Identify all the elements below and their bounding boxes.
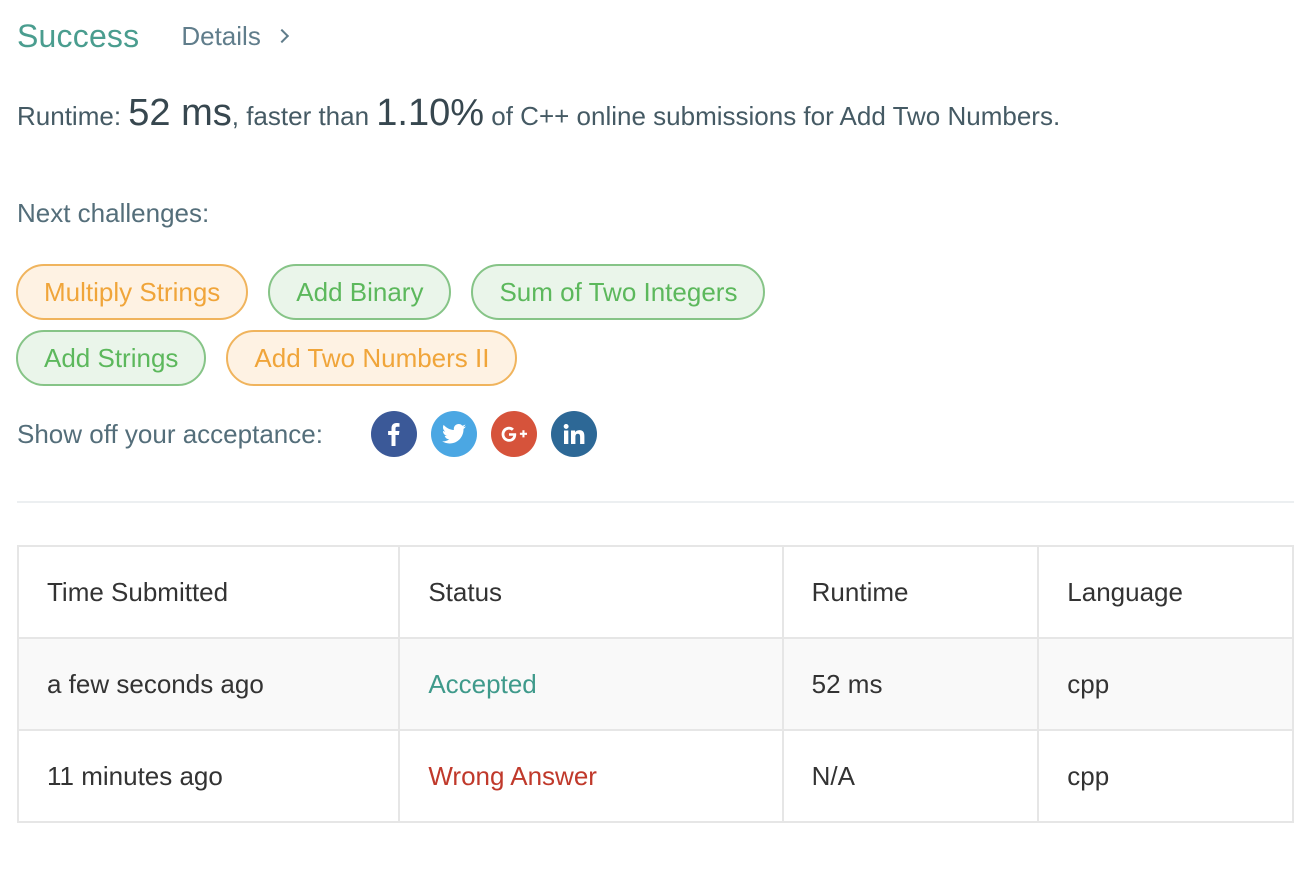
column-header-time-submitted: Time Submitted	[16, 545, 401, 639]
result-status-title: Success	[17, 17, 140, 54]
runtime-suffix: of C++ online submissions for Add Two Nu…	[484, 101, 1061, 131]
column-header-runtime: Runtime	[781, 545, 1040, 639]
google-plus-icon	[501, 426, 527, 442]
table-header-row: Time Submitted Status Runtime Language	[16, 545, 1294, 639]
table-row: a few seconds ago Accepted 52 ms cpp	[16, 637, 1294, 731]
challenge-row: Multiply Strings Add Binary Sum of Two I…	[16, 264, 916, 320]
chevron-right-icon	[274, 28, 289, 44]
cell-status: Wrong Answer	[398, 729, 784, 823]
google-plus-share-button[interactable]	[490, 411, 537, 457]
result-header: Success Details	[17, 14, 289, 58]
linkedin-share-button[interactable]	[550, 411, 597, 457]
status-link-wrong-answer[interactable]: Wrong Answer	[428, 761, 597, 791]
twitter-icon	[441, 424, 466, 444]
cell-time-submitted: a few seconds ago	[16, 637, 401, 731]
table-row: 11 minutes ago Wrong Answer N/A cpp	[16, 729, 1294, 823]
column-header-status: Status	[398, 545, 784, 639]
cell-runtime: 52 ms	[781, 637, 1040, 731]
linkedin-icon	[563, 424, 585, 444]
submissions-table: Time Submitted Status Runtime Language a…	[16, 545, 1294, 823]
runtime-middle-text: , faster than	[231, 101, 377, 131]
challenge-chip-add-binary[interactable]: Add Binary	[268, 264, 452, 320]
cell-status: Accepted	[398, 637, 784, 731]
challenge-chip-sum-of-two-integers[interactable]: Sum of Two Integers	[471, 264, 766, 320]
cell-time-submitted: 11 minutes ago	[16, 729, 401, 823]
runtime-percentile: 1.10%	[376, 92, 485, 134]
cell-language: cpp	[1037, 637, 1294, 731]
challenge-chip-add-strings[interactable]: Add Strings	[16, 330, 207, 386]
column-header-language: Language	[1037, 545, 1294, 639]
share-label: Show off your acceptance:	[17, 418, 323, 449]
next-challenges-label: Next challenges:	[17, 198, 210, 228]
status-link-accepted[interactable]: Accepted	[428, 669, 536, 699]
details-link[interactable]: Details	[181, 20, 289, 52]
runtime-summary: Runtime: 52 ms, faster than 1.10% of C++…	[17, 92, 1060, 135]
section-divider	[17, 501, 1294, 503]
cell-language: cpp	[1037, 729, 1294, 823]
challenge-chip-add-two-numbers-ii[interactable]: Add Two Numbers II	[226, 330, 518, 386]
facebook-icon	[388, 423, 400, 446]
challenge-row: Add Strings Add Two Numbers II	[16, 330, 916, 386]
runtime-prefix: Runtime:	[17, 101, 129, 131]
facebook-share-button[interactable]	[370, 411, 417, 457]
twitter-share-button[interactable]	[430, 411, 477, 457]
next-challenges-list: Multiply Strings Add Binary Sum of Two I…	[16, 264, 916, 396]
details-label: Details	[181, 20, 261, 51]
cell-runtime: N/A	[781, 729, 1040, 823]
submission-result-page: Success Details Runtime: 52 ms, faster t…	[0, 0, 1316, 874]
challenge-chip-multiply-strings[interactable]: Multiply Strings	[16, 264, 249, 320]
runtime-value: 52 ms	[128, 92, 232, 134]
share-buttons	[370, 411, 611, 457]
share-row: Show off your acceptance:	[17, 410, 611, 458]
